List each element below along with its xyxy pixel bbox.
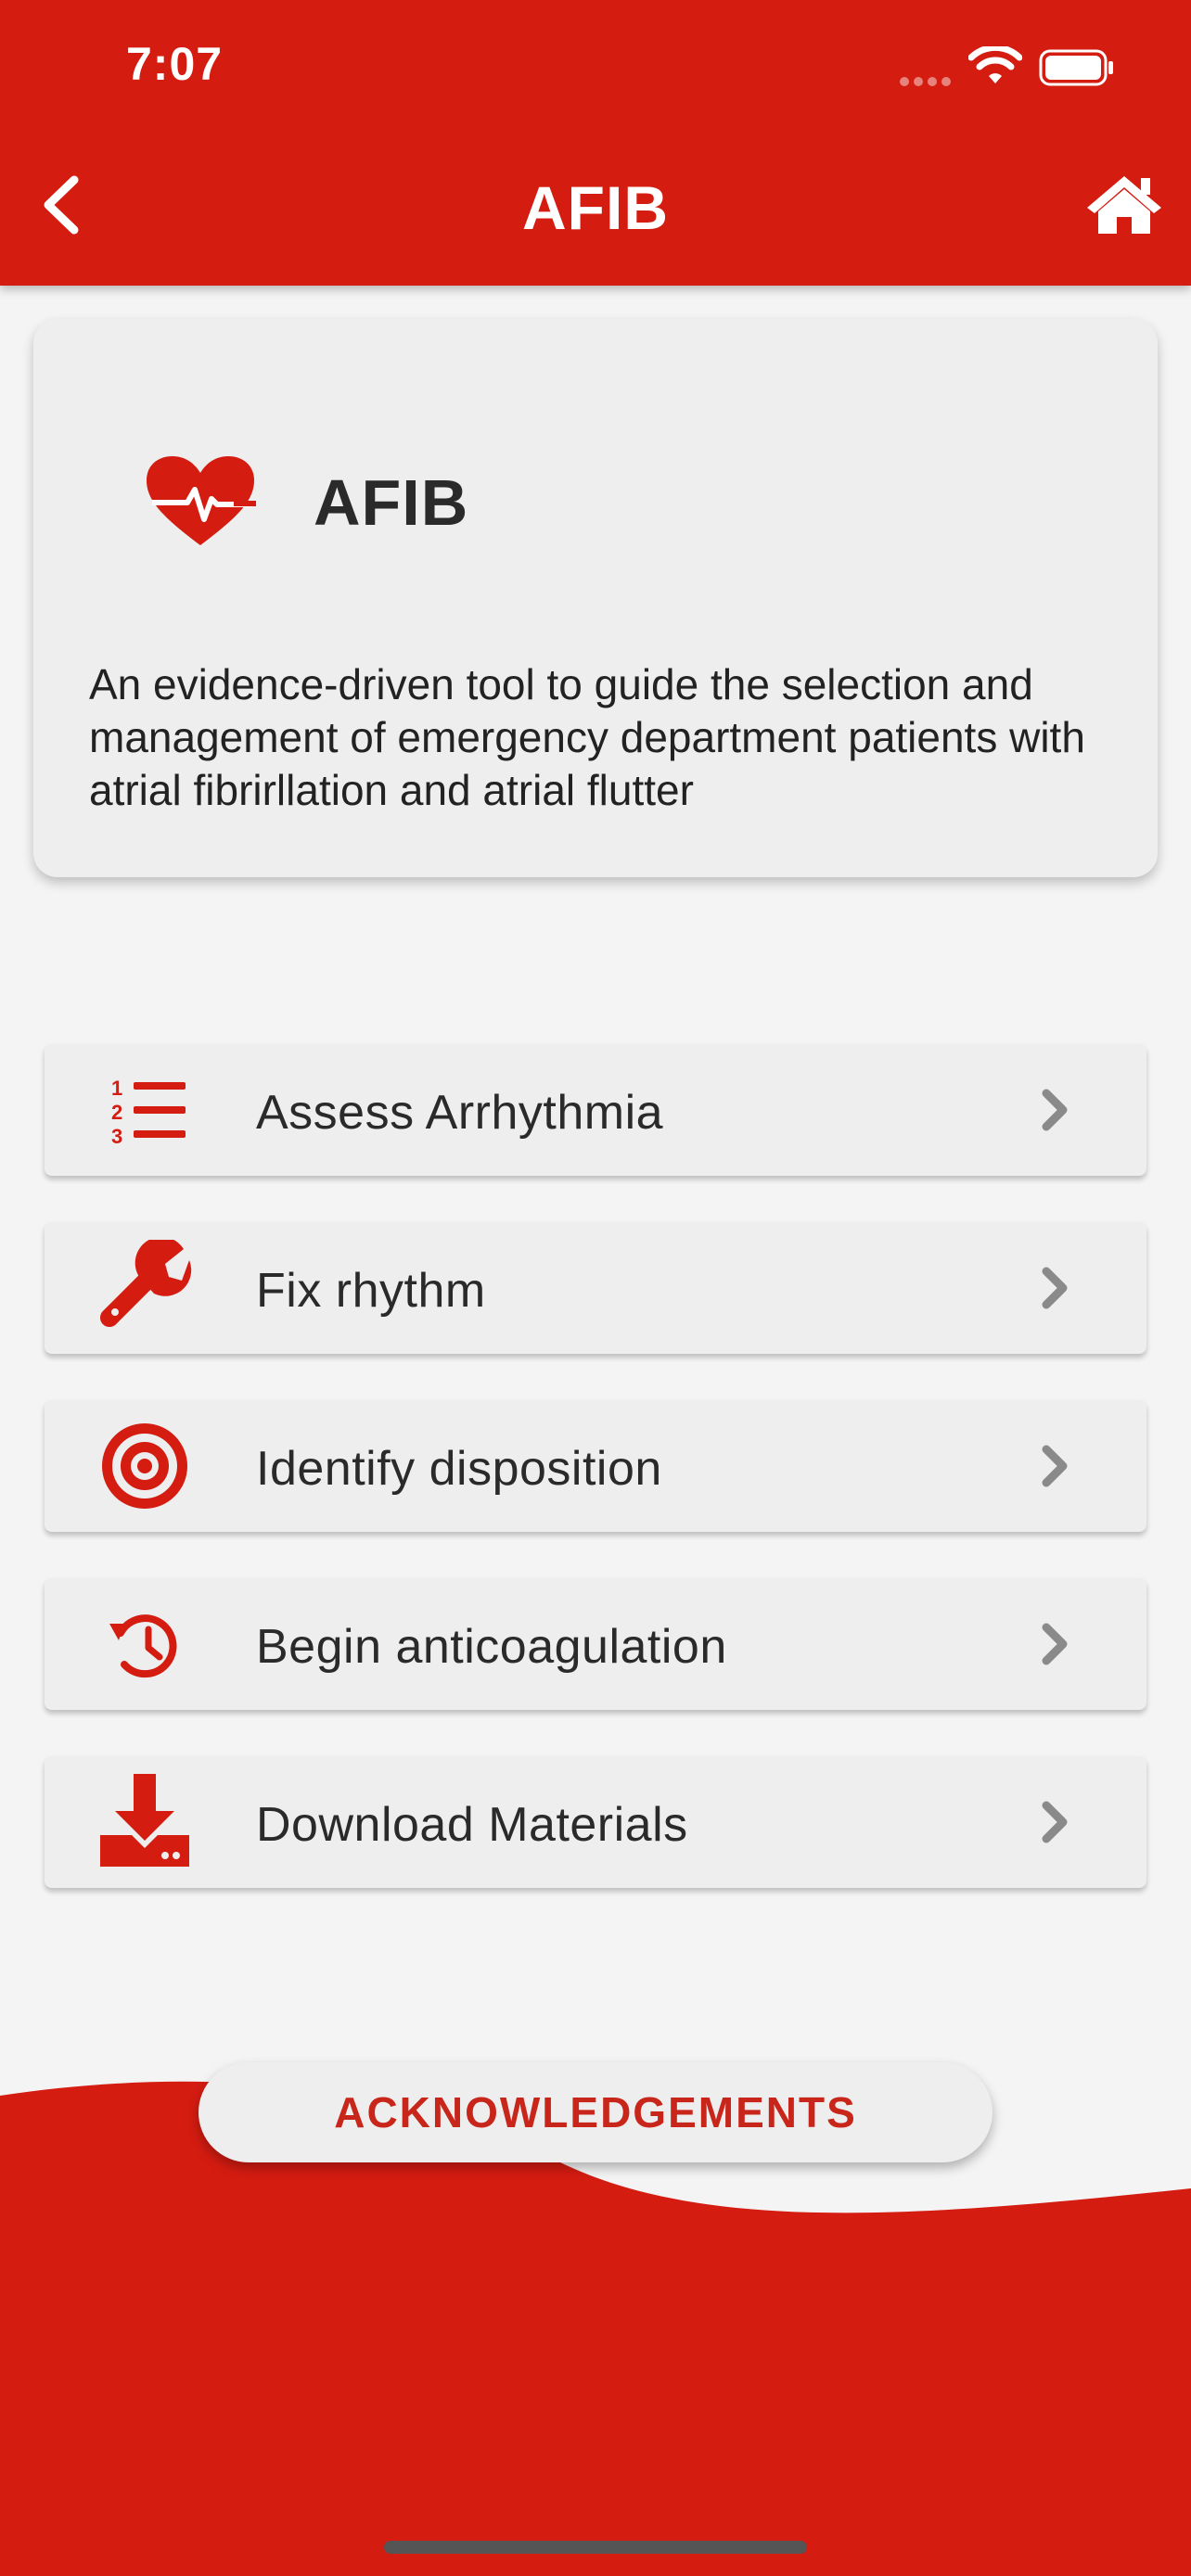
menu-item-label: Identify disposition (256, 1442, 662, 1496)
menu-item-label: Assess Arrhythmia (256, 1086, 664, 1140)
page-title: AFIB (522, 173, 669, 242)
chevron-right-icon (1042, 1801, 1068, 1843)
card-title: AFIB (314, 466, 469, 539)
wifi-icon (968, 46, 1022, 83)
intro-card: AFIB An evidence-driven tool to guide th… (33, 319, 1158, 877)
chevron-right-icon (1042, 1623, 1068, 1665)
home-button[interactable] (1083, 171, 1180, 245)
menu-item-label: Fix rhythm (256, 1264, 486, 1318)
status-time: 7:07 (126, 38, 224, 90)
svg-text:2: 2 (111, 1101, 122, 1124)
acknowledgements-button[interactable]: ACKNOWLEDGEMENTS (198, 2062, 992, 2162)
app-header: 7:07 AFIB (0, 0, 1191, 286)
svg-text:3: 3 (111, 1125, 122, 1148)
menu-item-begin-anticoagulation[interactable]: Begin anticoagulation (45, 1578, 1146, 1710)
numbered-list-icon: 1 2 3 (111, 1077, 186, 1148)
history-clock-icon (109, 1614, 177, 1678)
menu-item-assess-arrhythmia[interactable]: 1 2 3 Assess Arrhythmia (45, 1044, 1146, 1176)
menu-item-identify-disposition[interactable]: Identify disposition (45, 1400, 1146, 1532)
chevron-right-icon (1042, 1089, 1068, 1131)
svg-text:1: 1 (111, 1077, 122, 1100)
home-indicator[interactable] (384, 2541, 807, 2554)
menu-item-fix-rhythm[interactable]: Fix rhythm (45, 1222, 1146, 1354)
chevron-right-icon (1042, 1445, 1068, 1487)
menu-item-label: Download Materials (256, 1798, 688, 1852)
menu-item-download-materials[interactable]: Download Materials (45, 1756, 1146, 1888)
download-icon (100, 1774, 189, 1867)
heart-pulse-icon (147, 456, 256, 545)
battery-icon (1039, 49, 1113, 86)
card-description: An evidence-driven tool to guide the sel… (89, 660, 1085, 814)
wrench-icon (100, 1240, 192, 1327)
chevron-right-icon (1042, 1267, 1068, 1309)
home-icon (1087, 176, 1161, 234)
cellular-signal-icon (900, 74, 955, 91)
menu-item-label: Begin anticoagulation (256, 1620, 727, 1674)
target-icon (102, 1423, 187, 1509)
